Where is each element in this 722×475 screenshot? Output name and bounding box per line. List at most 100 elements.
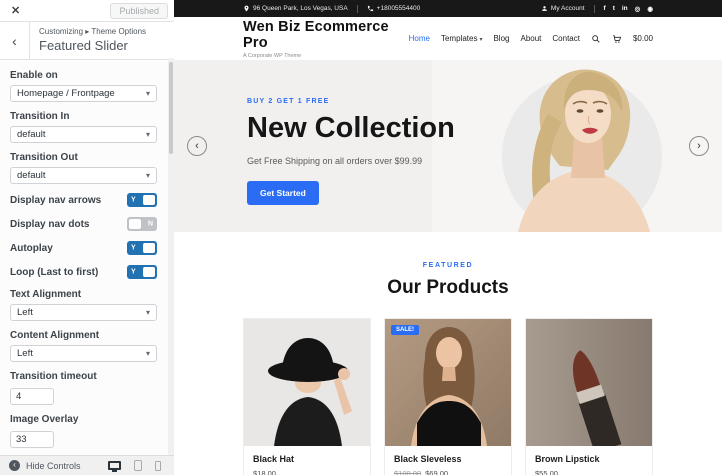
- twitter-icon[interactable]: t: [613, 5, 615, 12]
- transition-in-select[interactable]: default: [10, 126, 157, 143]
- search-icon[interactable]: [591, 34, 601, 44]
- control-transition-out: Transition Out default: [10, 152, 157, 184]
- topbar-contact-group: 96 Queen Park, Los Vegas, USA +180055544…: [243, 5, 420, 13]
- toggle-state: Y: [131, 245, 136, 252]
- mobile-preview-icon[interactable]: [155, 461, 161, 471]
- divider: [357, 5, 358, 13]
- display-nav-arrows-toggle[interactable]: Y: [127, 193, 157, 207]
- nav-item-blog[interactable]: Blog: [493, 34, 509, 43]
- select-value: Left: [17, 307, 33, 318]
- enable-on-select[interactable]: Homepage / Frontpage: [10, 85, 157, 102]
- text-alignment-select[interactable]: Left: [10, 304, 157, 321]
- customizer-topbar: ✕ Published: [0, 0, 174, 22]
- get-started-button[interactable]: Get Started: [247, 181, 319, 205]
- toggle-state: Y: [131, 269, 136, 276]
- image-overlay-input[interactable]: [10, 431, 54, 448]
- controls-panel: Enable on Homepage / Frontpage Transitio…: [0, 60, 174, 455]
- facebook-icon[interactable]: f: [604, 5, 606, 12]
- nav-item-about[interactable]: About: [520, 34, 541, 43]
- hero-title: New Collection: [247, 112, 455, 145]
- control-loop: Loop (Last to first) Y: [10, 265, 157, 279]
- cart-icon[interactable]: [612, 34, 622, 44]
- product-image[interactable]: SALE!: [385, 319, 511, 446]
- hero-slide-image: [432, 60, 722, 232]
- address-item: 96 Queen Park, Los Vegas, USA: [243, 5, 348, 12]
- location-pin-icon: [243, 5, 250, 12]
- site-topbar: 96 Queen Park, Los Vegas, USA +180055544…: [174, 0, 722, 17]
- scrollbar-thumb[interactable]: [169, 62, 173, 154]
- toggle-knob: [143, 267, 155, 277]
- site-header: Wen Biz Ecommerce Pro A Corporate WP The…: [174, 17, 722, 60]
- tablet-preview-icon[interactable]: [134, 460, 142, 471]
- control-display-nav-dots: Display nav dots N: [10, 217, 157, 231]
- control-label: Transition timeout: [10, 371, 157, 382]
- hero-slider: BUY 2 GET 1 FREE New Collection Get Free…: [174, 60, 722, 232]
- select-value: default: [17, 129, 46, 140]
- device-preview-switcher: [108, 460, 165, 471]
- site-branding[interactable]: Wen Biz Ecommerce Pro A Corporate WP The…: [243, 19, 409, 59]
- product-price: $100.00$69.00: [394, 469, 502, 475]
- linkedin-icon[interactable]: in: [622, 5, 628, 12]
- site-title[interactable]: Wen Biz Ecommerce Pro: [243, 19, 409, 51]
- transition-out-select[interactable]: default: [10, 167, 157, 184]
- phone-item[interactable]: +18005554400: [367, 5, 421, 12]
- phone-text: +18005554400: [377, 5, 421, 12]
- nav-item-templates[interactable]: Templates: [441, 34, 482, 43]
- nav-item-contact[interactable]: Contact: [552, 34, 580, 43]
- transition-timeout-input[interactable]: [10, 388, 54, 405]
- sale-badge: SALE!: [391, 325, 419, 335]
- loop-toggle[interactable]: Y: [127, 265, 157, 279]
- autoplay-toggle[interactable]: Y: [127, 241, 157, 255]
- hero-subtitle: Get Free Shipping on all orders over $99…: [247, 156, 455, 166]
- product-name[interactable]: Black Hat: [253, 454, 361, 464]
- product-card-black-sleveless[interactable]: SALE! Black Sleveless $100.00$69.00: [384, 318, 512, 475]
- cart-total[interactable]: $0.00: [633, 34, 653, 43]
- content-alignment-select[interactable]: Left: [10, 345, 157, 362]
- product-image[interactable]: [244, 319, 370, 446]
- product-name[interactable]: Brown Lipstick: [535, 454, 643, 464]
- phone-icon: [367, 5, 374, 12]
- control-label: Display nav dots: [10, 219, 89, 230]
- customizer-footer: Hide Controls: [0, 455, 174, 475]
- dribbble-icon[interactable]: ◉: [647, 5, 653, 13]
- control-transition-in: Transition In default: [10, 111, 157, 143]
- control-autoplay: Autoplay Y: [10, 241, 157, 255]
- select-value: Left: [17, 348, 33, 359]
- published-button[interactable]: Published: [110, 3, 168, 19]
- chevron-down-icon: [146, 129, 150, 140]
- nav-item-home[interactable]: Home: [409, 34, 430, 43]
- social-links: f t in ◎ ◉: [604, 5, 653, 13]
- product-card-brown-lipstick[interactable]: Brown Lipstick $55.00: [525, 318, 653, 475]
- product-image[interactable]: [526, 319, 652, 446]
- sale-price: $69.00: [425, 469, 448, 475]
- control-label: Transition In: [10, 111, 157, 122]
- product-info: Brown Lipstick $55.00: [526, 446, 652, 475]
- close-icon[interactable]: ✕: [11, 4, 20, 17]
- back-button[interactable]: ‹: [0, 22, 30, 59]
- product-card-black-hat[interactable]: Black Hat $18.00: [243, 318, 371, 475]
- slider-prev-arrow[interactable]: ‹: [187, 136, 207, 156]
- main-navigation: Home Templates Blog About Contact $0.00: [409, 34, 653, 44]
- hide-controls-label[interactable]: Hide Controls: [26, 461, 81, 471]
- control-label: Content Alignment: [10, 330, 157, 341]
- display-nav-dots-toggle[interactable]: N: [127, 217, 157, 231]
- panel-header-text: Customizing ▸ Theme Options Featured Sli…: [30, 22, 155, 59]
- hero-slide-content: BUY 2 GET 1 FREE New Collection Get Free…: [247, 98, 455, 205]
- select-value: default: [17, 170, 46, 181]
- section-title: Our Products: [174, 277, 722, 299]
- chevron-down-icon: [146, 348, 150, 359]
- address-text: 96 Queen Park, Los Vegas, USA: [253, 5, 348, 12]
- site-tagline: A Corporate WP Theme: [243, 53, 409, 59]
- slider-next-arrow[interactable]: ›: [689, 136, 709, 156]
- featured-products-section: FEATURED Our Products Black Hat: [174, 232, 722, 475]
- instagram-icon[interactable]: ◎: [635, 5, 641, 13]
- control-label: Transition Out: [10, 152, 157, 163]
- collapse-sidebar-icon[interactable]: [9, 460, 20, 471]
- toggle-knob: [143, 243, 155, 253]
- chevron-down-icon: [146, 88, 150, 99]
- topbar-account-group: My Account f t in ◎ ◉: [541, 5, 653, 13]
- product-name[interactable]: Black Sleveless: [394, 454, 502, 464]
- my-account-link[interactable]: My Account: [541, 5, 585, 12]
- chevron-down-icon: [477, 34, 482, 43]
- desktop-preview-icon[interactable]: [108, 461, 121, 470]
